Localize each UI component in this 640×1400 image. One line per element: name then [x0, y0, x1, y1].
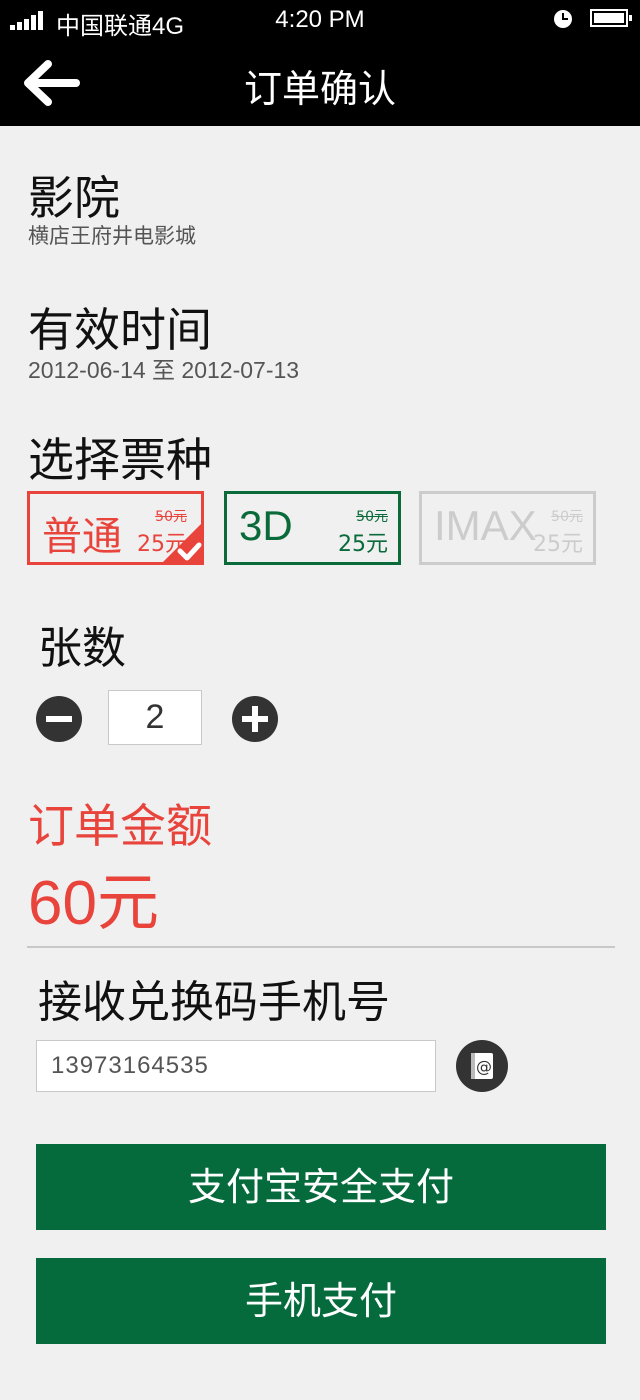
mobile-pay-button[interactable]: 手机支付 — [36, 1258, 606, 1344]
quantity-stepper[interactable]: 2 — [108, 690, 202, 745]
plus-icon[interactable] — [232, 696, 278, 742]
ticket-name: IMAX — [434, 502, 537, 549]
cinema-label: 影院 — [28, 171, 120, 225]
page-title: 订单确认 — [243, 67, 396, 111]
check-icon — [160, 521, 204, 565]
divider — [27, 946, 615, 948]
phone-label: 接收兑换码手机号 — [38, 977, 390, 1028]
ticket-old-price: 50元 — [551, 509, 583, 525]
order-total-value: 60元 — [28, 869, 159, 938]
svg-text:@: @ — [476, 1057, 492, 1076]
ticket-name: 3D — [239, 502, 293, 549]
ticket-type-label: 选择票种 — [28, 433, 212, 487]
alipay-button[interactable]: 支付宝安全支付 — [36, 1144, 606, 1230]
validity-value: 2012-06-14 至 2012-07-13 — [28, 357, 300, 383]
ticket-price: 25元 — [533, 532, 583, 557]
battery-icon — [590, 9, 632, 27]
ticket-option-imax[interactable]: IMAX 50元 25元 — [419, 491, 596, 565]
ticket-option-normal[interactable]: 普通 50元 25元 — [27, 491, 204, 565]
contact-book-icon[interactable]: @ — [456, 1040, 508, 1092]
order-total-label: 订单金额 — [28, 799, 212, 853]
status-time: 4:20 PM — [275, 6, 365, 33]
ticket-price: 25元 — [338, 532, 388, 557]
ticket-option-3d[interactable]: 3D 50元 25元 — [224, 491, 401, 565]
quantity-label: 张数 — [38, 623, 126, 674]
cinema-value: 横店王府井电影城 — [28, 224, 196, 248]
ticket-old-price: 50元 — [356, 509, 388, 525]
minus-icon[interactable] — [36, 696, 82, 742]
phone-input[interactable]: 13973164535 — [36, 1040, 436, 1092]
ticket-name: 普通 — [42, 514, 122, 560]
clock-icon — [554, 10, 572, 28]
top-bar: 中国联通4G 4:20 PM 订单确认 — [0, 0, 640, 126]
